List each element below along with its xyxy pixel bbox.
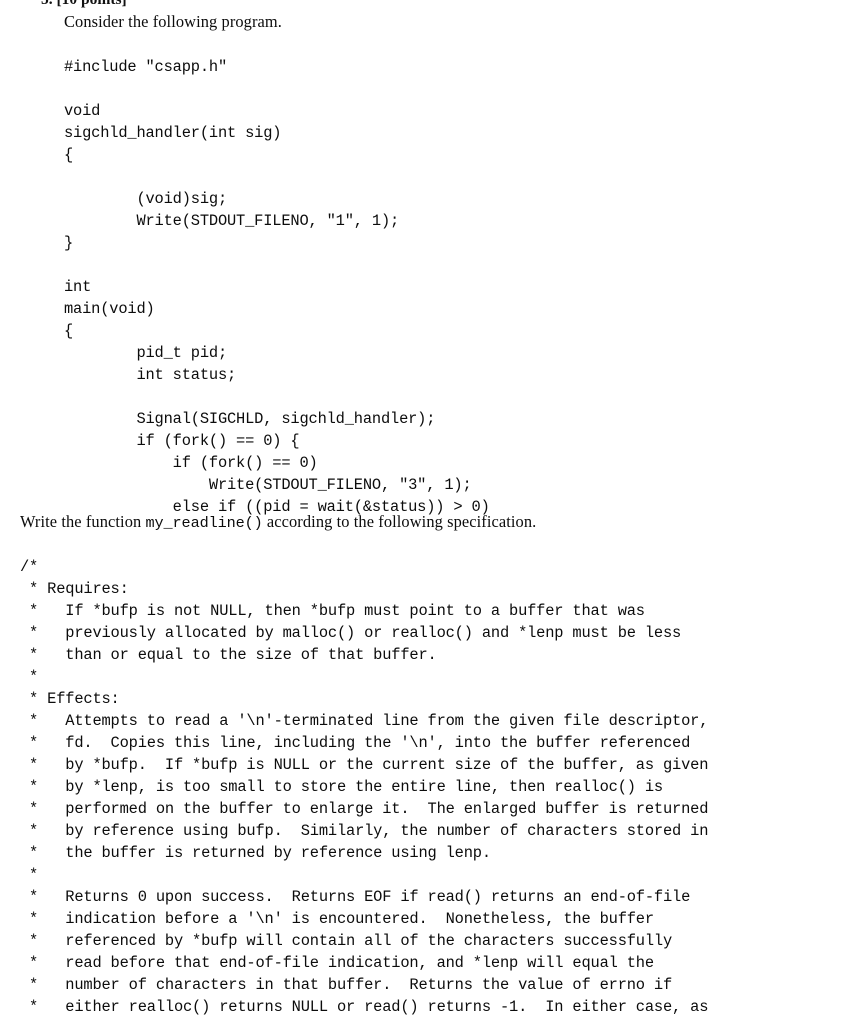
comment-line: * [20,866,39,884]
code-line: sigchld_handler(int sig) [64,124,282,142]
code-line: if (fork() == 0) [64,454,318,472]
comment-line: * Attempts to read a '\n'-terminated lin… [20,712,709,730]
comment-line: * fd. Copies this line, including the '\… [20,734,691,752]
comment-line: * referenced by *bufp will contain all o… [20,932,673,950]
comment-line: * Requires: [20,580,129,598]
comment-line: * number of characters in that buffer. R… [20,976,673,994]
comment-line: /* [20,558,39,576]
question-one-intro: Consider the following program. [64,12,282,31]
code-line: pid_t pid; [64,344,228,362]
code-line: { [64,146,74,164]
comment-line: * Effects: [20,690,120,708]
comment-line: * Returns 0 upon success. Returns EOF if… [20,888,691,906]
code-line: Write(STDOUT_FILENO, "3", 1); [64,476,472,494]
instruction-suffix: according to the following specification… [262,512,537,531]
code-line: Write(STDOUT_FILENO, "1", 1); [64,212,400,230]
question-one-code-listing: #include "csapp.h" void sigchld_handler(i… [64,56,490,518]
comment-line: * previously allocated by malloc() or re… [20,624,682,642]
code-line: #include "csapp.h" [64,58,228,76]
comment-line: * If *bufp is not NULL, then *bufp must … [20,602,645,620]
code-line: main(void) [64,300,155,318]
clipped-question-header: 5. [10 points] [0,0,853,9]
comment-line: * the buffer is returned by reference us… [20,844,491,862]
comment-line: * than or equal to the size of that buff… [20,646,437,664]
code-line: Signal(SIGCHLD, sigchld_handler); [64,410,436,428]
code-line: if (fork() == 0) { [64,432,300,450]
comment-line: * by *bufp. If *bufp is NULL or the curr… [20,756,709,774]
code-line: int status; [64,366,237,384]
comment-line: * performed on the buffer to enlarge it.… [20,800,709,818]
comment-line: * by *lenp, is too small to store the en… [20,778,663,796]
comment-line: * by reference using bufp. Similarly, th… [20,822,709,840]
instruction-function-name: my_readline() [145,514,263,532]
comment-line: * read before that end-of-file indicatio… [20,954,654,972]
code-line: void [64,102,101,120]
instruction-prefix: Write the function [20,512,146,531]
clipped-question-header-text: 5. [10 points] [41,0,127,9]
code-line: { [64,322,74,340]
comment-line: * indication before a '\n' is encountere… [20,910,654,928]
question-two-instruction: Write the function my_readline() accordi… [20,511,536,534]
question-two-spec-comment: /* * Requires: * If *bufp is not NULL, t… [20,556,708,1018]
code-line: int [64,278,92,296]
comment-line: * [20,668,39,686]
code-line: (void)sig; [64,190,228,208]
code-line: } [64,234,74,252]
comment-line: * either realloc() returns NULL or read(… [20,998,709,1016]
document-page: 5. [10 points] Consider the following pr… [0,0,853,1024]
